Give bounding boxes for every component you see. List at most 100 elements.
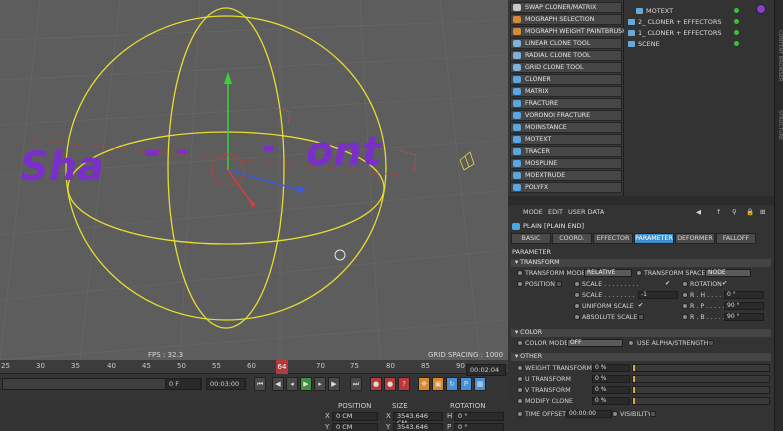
color-section-header[interactable]: ▾ COLOR xyxy=(511,329,771,337)
v-transform-field[interactable]: 0 % xyxy=(592,386,630,394)
color-mode-select[interactable]: OFF xyxy=(567,339,623,347)
menu-item-mograph-selection[interactable]: MOGRAPH SELECTION xyxy=(510,14,622,25)
previous-frame-icon[interactable]: ◂ xyxy=(286,377,298,391)
visibility-dot-icon[interactable] xyxy=(734,41,739,46)
animate-dot[interactable] xyxy=(682,303,688,309)
key-parameter-icon[interactable]: P xyxy=(460,377,472,391)
record-active-icon[interactable]: ● xyxy=(370,377,382,391)
menu-item-fracture[interactable]: FRACTURE xyxy=(510,98,622,109)
animate-dot[interactable] xyxy=(517,376,523,382)
side-tab-structure[interactable]: STRUCTURE xyxy=(776,110,783,140)
visibility-dot-icon[interactable] xyxy=(734,8,739,13)
menu-item-mograph-weight-paintbrush[interactable]: MOGRAPH WEIGHT PAINTBRUSH xyxy=(510,26,627,37)
menu-item-grid-clone-tool[interactable]: GRID CLONE TOOL xyxy=(510,62,622,73)
next-frame-icon[interactable]: ▸ xyxy=(314,377,326,391)
menu-mode[interactable]: MODE xyxy=(523,208,543,216)
visibility-checkbox[interactable] xyxy=(650,411,656,417)
menu-item-polyfx[interactable]: POLYFX xyxy=(510,182,622,193)
tab-falloff[interactable]: FALLOFF xyxy=(716,233,756,244)
menu-item-cloner[interactable]: CLONER xyxy=(510,74,622,85)
timeline-ruler[interactable]: 25 30 35 40 45 50 55 60 64 70 75 80 85 9… xyxy=(0,360,508,374)
menu-item-motext[interactable]: MOTEXT xyxy=(510,134,622,145)
animate-dot[interactable] xyxy=(682,292,688,298)
current-frame-marker[interactable]: 64 xyxy=(276,360,288,374)
menu-item-radial-clone-tool[interactable]: RADIAL CLONE TOOL xyxy=(510,50,622,61)
back-arrow-icon[interactable]: ◀ xyxy=(696,208,701,216)
position-x-field[interactable]: 0 CM xyxy=(332,412,378,421)
time-offset-field[interactable]: 00:00:00 xyxy=(566,410,612,418)
animate-dot[interactable] xyxy=(636,270,642,276)
visibility-dot-icon[interactable] xyxy=(734,30,739,35)
transform-space-select[interactable]: NODE xyxy=(705,269,751,277)
animate-dot[interactable] xyxy=(517,340,523,346)
position-y-field[interactable]: 0 CM xyxy=(332,423,378,431)
next-key-icon[interactable]: ▶ xyxy=(328,377,340,391)
end-time-field[interactable]: 00:03:00 xyxy=(206,378,246,390)
other-section-header[interactable]: ▾ OTHER xyxy=(511,353,771,361)
rotation-b-field[interactable]: 90 ° xyxy=(724,313,764,321)
frame-field[interactable]: 0 F xyxy=(165,378,201,390)
modify-clone-slider[interactable] xyxy=(632,397,770,405)
lock-icon[interactable]: 🔒 xyxy=(746,208,754,216)
object-row[interactable]: 1_ CLONER + EFFECTORS xyxy=(624,28,774,39)
u-transform-field[interactable]: 0 % xyxy=(592,375,630,383)
play-button[interactable]: ▶ xyxy=(300,377,312,391)
modify-clone-field[interactable]: 0 % xyxy=(592,397,630,405)
key-scale-icon[interactable]: ▣ xyxy=(432,377,444,391)
keyframe-selection-icon[interactable]: ? xyxy=(398,377,410,391)
rotation-h-field[interactable]: 0 ° xyxy=(724,291,764,299)
animate-dot[interactable] xyxy=(517,398,523,404)
animate-dot[interactable] xyxy=(517,387,523,393)
scale-field[interactable]: -1 xyxy=(638,291,678,299)
menu-item-voronoi-fracture[interactable]: VORONOI FRACTURE xyxy=(510,110,622,121)
weight-transform-field[interactable]: 0 % xyxy=(592,364,630,372)
menu-item-linear-clone-tool[interactable]: LINEAR CLONE TOOL xyxy=(510,38,622,49)
weight-transform-slider[interactable] xyxy=(632,364,770,372)
object-row[interactable]: MOTEXT xyxy=(624,6,774,17)
transform-section-header[interactable]: ▾ TRANSFORM xyxy=(511,259,771,267)
menu-item-moinstance[interactable]: MOINSTANCE xyxy=(510,122,622,133)
up-arrow-icon[interactable]: ↑ xyxy=(716,208,721,216)
animate-dot[interactable] xyxy=(574,292,580,298)
material-tag-icon[interactable] xyxy=(756,4,766,14)
animate-dot[interactable] xyxy=(628,340,634,346)
size-x-field[interactable]: 3543.646 CM xyxy=(393,412,443,427)
rotation-p-field[interactable]: 90 ° xyxy=(724,302,764,310)
rotation-checkbox[interactable]: ✔ xyxy=(722,280,727,287)
animate-dot[interactable] xyxy=(612,411,618,417)
rotation-h-field[interactable]: 0 ° xyxy=(454,412,504,421)
3d-viewport[interactable]: Sha ont FPS : 32.3 GRID SPACING: 1000 xyxy=(0,0,508,360)
animate-dot[interactable] xyxy=(574,281,580,287)
current-time-field[interactable]: 00:02:04 xyxy=(466,364,506,376)
tab-deformer[interactable]: DEFORMER xyxy=(675,233,715,244)
timeline[interactable]: 25 30 35 40 45 50 55 60 64 70 75 80 85 9… xyxy=(0,360,508,400)
search-icon[interactable]: ⚲ xyxy=(732,208,737,216)
animate-dot[interactable] xyxy=(517,270,523,276)
object-row[interactable]: 2_ CLONER + EFFECTORS xyxy=(624,17,774,28)
tab-coord[interactable]: COORD. xyxy=(552,233,592,244)
previous-key-icon[interactable]: ◀ xyxy=(272,377,284,391)
absolute-scale-checkbox[interactable] xyxy=(638,314,644,320)
menu-item-swap-cloner-matrix[interactable]: SWAP CLONER/MATRIX xyxy=(510,2,622,13)
new-window-icon[interactable]: ⊞ xyxy=(760,208,765,216)
go-to-end-icon[interactable]: ⏭ xyxy=(350,377,362,391)
object-row[interactable]: SCENE xyxy=(624,39,774,50)
tab-parameter[interactable]: PARAMETER xyxy=(634,233,674,244)
motext-object[interactable]: Sha ont xyxy=(20,129,383,190)
key-rotation-icon[interactable]: ↻ xyxy=(446,377,458,391)
tab-basic[interactable]: BASIC xyxy=(511,233,551,244)
menu-item-tracer[interactable]: TRACER xyxy=(510,146,622,157)
animate-dot[interactable] xyxy=(517,411,523,417)
uniform-scale-checkbox[interactable]: ✔ xyxy=(638,302,643,309)
animate-dot[interactable] xyxy=(574,314,580,320)
animate-dot[interactable] xyxy=(517,281,523,287)
autokey-icon[interactable]: ● xyxy=(384,377,396,391)
use-alpha-checkbox[interactable] xyxy=(708,340,714,346)
rotation-p-field[interactable]: 0 ° xyxy=(454,423,504,431)
go-to-start-icon[interactable]: ⏮ xyxy=(254,377,266,391)
key-pla-icon[interactable]: ▦ xyxy=(474,377,486,391)
animate-dot[interactable] xyxy=(682,314,688,320)
visibility-dot-icon[interactable] xyxy=(734,19,739,24)
animate-dot[interactable] xyxy=(682,281,688,287)
scale-checkbox[interactable]: ✔ xyxy=(665,280,670,287)
